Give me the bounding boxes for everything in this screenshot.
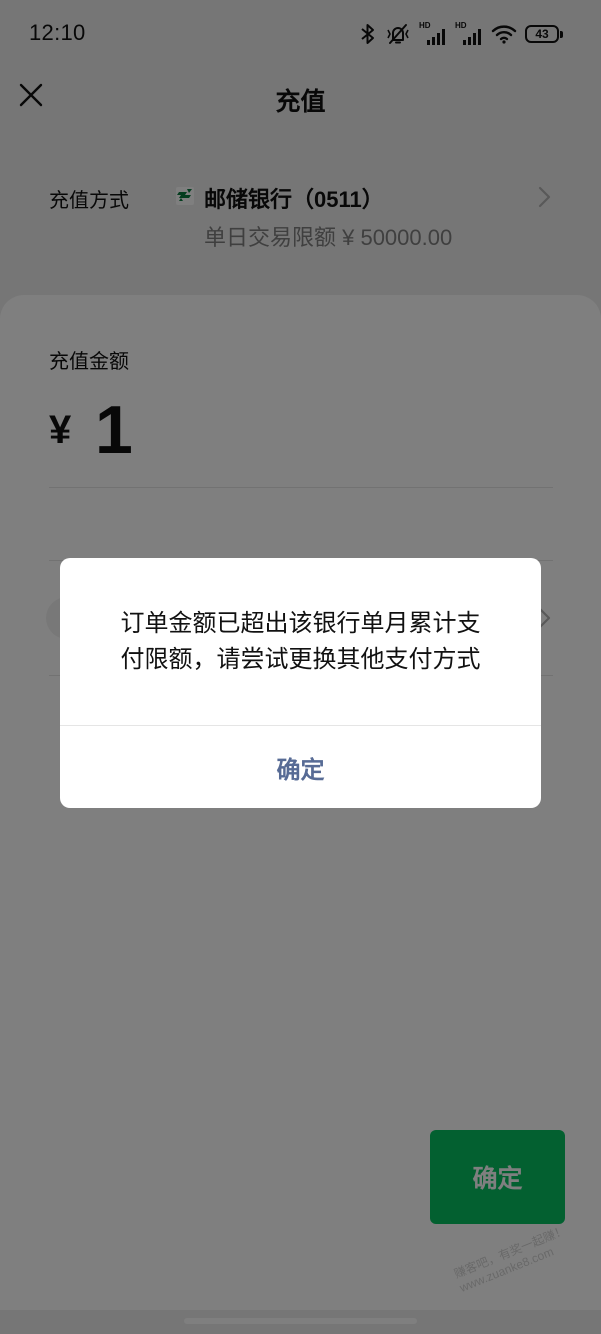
alert-dialog: 订单金额已超出该银行单月累计支 付限额，请尝试更换其他支付方式 确定 [60,558,541,808]
dialog-message-line-1: 订单金额已超出该银行单月累计支 [120,610,481,637]
dialog-message-line-2: 付限额，请尝试更换其他支付方式 [120,646,481,673]
dialog-message: 订单金额已超出该银行单月累计支 付限额，请尝试更换其他支付方式 [84,606,517,678]
recharge-page: 12:10 HD HD 43 充值 充值方式 邮储银行（0511） 单日 [0,0,601,1334]
dialog-confirm-button[interactable]: 确定 [60,726,541,808]
